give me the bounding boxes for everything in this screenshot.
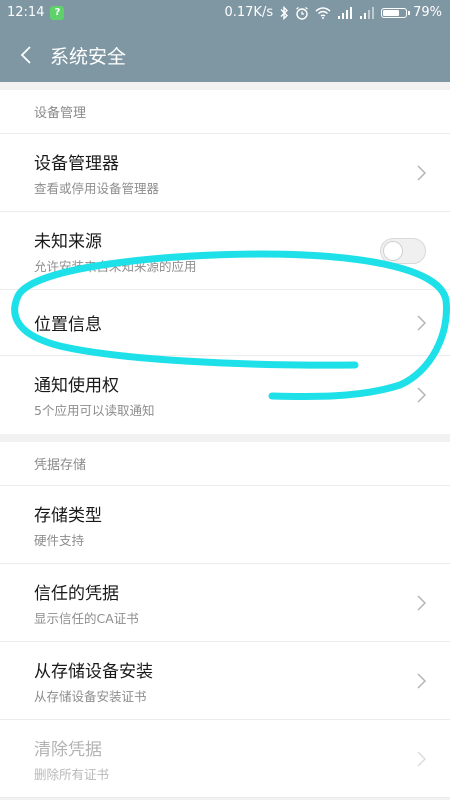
chevron-right-icon: [417, 164, 427, 181]
row-title: 从存储设备安装: [34, 661, 153, 682]
install-from-storage-row[interactable]: 从存储设备安装 从存储设备安装证书: [0, 642, 450, 720]
wifi-icon: [315, 6, 331, 19]
network-speed: 0.17K/s: [224, 5, 274, 20]
status-right: 0.17K/s 79%: [224, 5, 442, 20]
battery-icon: [381, 7, 411, 18]
back-button[interactable]: [10, 38, 42, 72]
unknown-sources-toggle[interactable]: [380, 237, 426, 264]
status-time: 12:14: [7, 5, 45, 20]
chevron-right-icon: [417, 750, 427, 767]
row-title: 设备管理器: [34, 153, 119, 174]
alarm-icon: [296, 6, 308, 20]
status-left: 12:14 ?: [7, 5, 65, 20]
battery-percent: 79%: [413, 5, 442, 20]
chevron-right-icon: [417, 314, 427, 331]
settings-content: 设备管理 设备管理器 查看或停用设备管理器 未知来源 允许安装来自未知来源的应用…: [0, 82, 450, 800]
row-title: 信任的凭据: [34, 583, 119, 604]
notification-access-row[interactable]: 通知使用权 5个应用可以读取通知: [0, 356, 450, 434]
row-subtitle: 硬件支持: [34, 532, 85, 548]
page-title: 系统安全: [50, 46, 127, 68]
bluetooth-icon: [280, 5, 289, 20]
back-arrow-icon: [20, 46, 31, 64]
row-subtitle: 5个应用可以读取通知: [34, 403, 155, 418]
status-bar: 12:14 ? 0.17K/s 79%: [0, 0, 450, 28]
section-gap: [0, 82, 450, 90]
title-bar: 系统安全: [0, 28, 450, 82]
row-title: 存储类型: [34, 505, 102, 526]
section-header-device: 设备管理: [0, 90, 450, 134]
chevron-right-icon: [417, 594, 427, 611]
row-title: 位置信息: [34, 315, 102, 335]
location-info-row[interactable]: 位置信息: [0, 290, 450, 356]
toggle-knob: [383, 240, 403, 261]
section-header-credentials: 凭据存储: [0, 442, 450, 486]
clear-credentials-row: 清除凭据 删除所有证书: [0, 720, 450, 798]
chevron-right-icon: [417, 672, 427, 689]
section-gap: [0, 434, 450, 442]
storage-type-row[interactable]: 存储类型 硬件支持: [0, 486, 450, 564]
row-subtitle: 删除所有证书: [34, 766, 110, 782]
row-title: 清除凭据: [34, 739, 102, 760]
notification-badge-icon: ?: [50, 5, 65, 20]
signal-icon-2: [360, 6, 375, 19]
row-subtitle: 查看或停用设备管理器: [34, 180, 160, 196]
credential-storage-section: 凭据存储 存储类型 硬件支持 信任的凭据 显示信任的CA证书 从存储设备安装 从…: [0, 442, 450, 798]
signal-icon: [338, 6, 353, 19]
chevron-right-icon: [417, 387, 427, 403]
trusted-credentials-row[interactable]: 信任的凭据 显示信任的CA证书: [0, 564, 450, 642]
row-subtitle: 显示信任的CA证书: [34, 610, 139, 626]
row-title: 通知使用权: [34, 376, 119, 396]
row-subtitle: 从存储设备安装证书: [34, 688, 147, 704]
battery-fill: [383, 9, 400, 16]
device-management-section: 设备管理 设备管理器 查看或停用设备管理器 未知来源 允许安装来自未知来源的应用…: [0, 90, 450, 434]
device-manager-row[interactable]: 设备管理器 查看或停用设备管理器: [0, 134, 450, 212]
unknown-sources-row[interactable]: 未知来源 允许安装来自未知来源的应用: [0, 212, 450, 290]
